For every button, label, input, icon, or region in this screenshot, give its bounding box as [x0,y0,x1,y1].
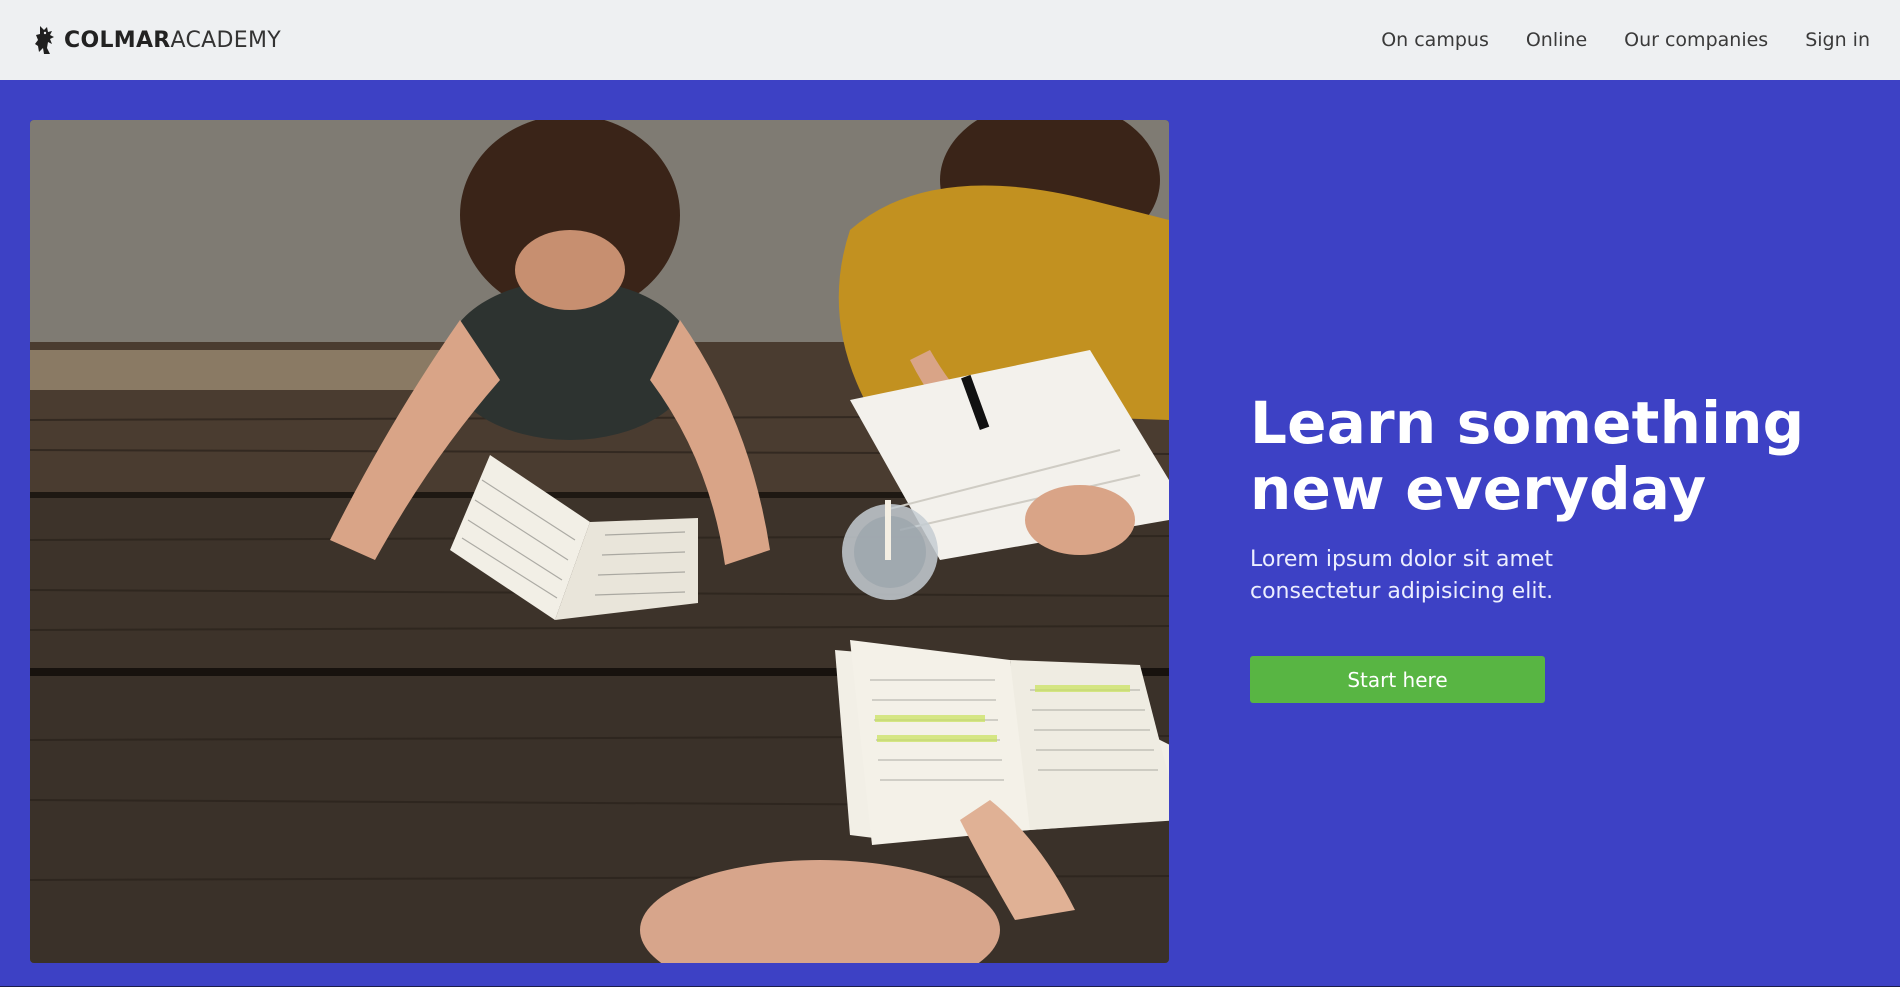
hero-subline: Lorem ipsum dolor sit amet consectetur a… [1250,544,1610,608]
main-nav: On campus Online Our companies Sign in [1381,29,1870,51]
brand-name-bold: COLMAR [64,27,171,53]
brand-logo-link[interactable]: COLMAR ACADEMY [34,24,281,56]
nav-link-online[interactable]: Online [1526,29,1587,51]
nav-link-sign-in[interactable]: Sign in [1805,29,1870,51]
hero-photo-students-studying [30,120,1169,963]
hero-headline: Learn something new everyday [1250,390,1810,522]
hero-section: Learn something new everyday Lorem ipsum… [0,80,1900,986]
hero-copy: Learn something new everyday Lorem ipsum… [1250,390,1810,703]
hero-headline-line-2: new everyday [1250,455,1707,523]
start-here-button[interactable]: Start here [1250,656,1545,703]
hero-subline-line-2: consectetur adipisicing elit. [1250,579,1554,604]
hero-headline-line-1: Learn something [1250,389,1805,457]
top-navigation-bar: COLMAR ACADEMY On campus Online Our comp… [0,0,1900,80]
hero-subline-line-1: Lorem ipsum dolor sit amet [1250,547,1554,572]
nav-link-our-companies[interactable]: Our companies [1624,29,1768,51]
nav-link-on-campus[interactable]: On campus [1381,29,1489,51]
brand-name-light: ACADEMY [170,27,281,53]
page: COLMAR ACADEMY On campus Online Our comp… [0,0,1900,987]
griffin-icon [34,24,58,56]
